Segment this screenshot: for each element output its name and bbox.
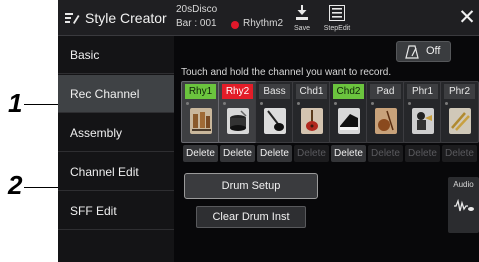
bar-counter: Bar : 001 bbox=[176, 18, 217, 29]
delete-button-chd2[interactable]: Delete bbox=[331, 145, 366, 162]
delete-button-chd1: Delete bbox=[294, 145, 329, 162]
channel-label: Rhy2 bbox=[222, 84, 253, 99]
guitar-icon bbox=[301, 108, 323, 134]
channel-phr2[interactable]: Phr2 bbox=[440, 81, 479, 143]
channel-indicator bbox=[223, 102, 226, 105]
page-title: Style Creator bbox=[85, 10, 167, 26]
sidebar: Basic Rec Channel Assembly Channel Edit … bbox=[58, 36, 174, 262]
channel-indicator bbox=[186, 102, 189, 105]
piano-icon bbox=[338, 108, 360, 134]
rec-channel-panel: Off Touch and hold the channel you want … bbox=[174, 36, 479, 262]
channel-label: Bass bbox=[259, 84, 290, 99]
title-bar: Style Creator 20sDisco Bar : 001 Rhythm2… bbox=[58, 0, 479, 36]
callout-1: 1 bbox=[8, 88, 23, 118]
step-edit-icon bbox=[329, 5, 345, 21]
delete-button-phr2: Delete bbox=[442, 145, 477, 162]
delete-button-phr1: Delete bbox=[405, 145, 440, 162]
sidebar-item-sff-edit[interactable]: SFF Edit bbox=[58, 192, 174, 230]
channel-phr1[interactable]: Phr1 bbox=[403, 81, 442, 143]
channel-label: Chd1 bbox=[296, 84, 327, 99]
record-part-name: Rhythm2 bbox=[243, 18, 284, 29]
metronome-off-button[interactable]: Off bbox=[396, 41, 451, 62]
channel-rhy2[interactable]: Rhy2 bbox=[218, 81, 257, 143]
trumpet-player-icon bbox=[412, 108, 434, 134]
channel-indicator bbox=[334, 102, 337, 105]
channel-indicator bbox=[408, 102, 411, 105]
record-indicator-icon bbox=[231, 21, 239, 29]
save-icon bbox=[296, 5, 308, 20]
channel-label: Chd2 bbox=[333, 84, 364, 99]
channel-chd2[interactable]: Chd2 bbox=[329, 81, 368, 143]
channel-label: Phr1 bbox=[407, 84, 438, 99]
channel-indicator bbox=[371, 102, 374, 105]
channel-label: Pad bbox=[370, 84, 401, 99]
audio-waveform-icon bbox=[454, 199, 474, 212]
delete-button-rhy2[interactable]: Delete bbox=[220, 145, 255, 162]
channel-label: Rhy1 bbox=[185, 84, 216, 99]
channel-rhy1[interactable]: Rhy1 bbox=[181, 81, 220, 143]
strings-icon bbox=[375, 108, 397, 134]
style-name: 20sDisco bbox=[176, 4, 218, 15]
metronome-icon bbox=[405, 45, 419, 59]
drum-setup-button[interactable]: Drum Setup bbox=[184, 173, 318, 199]
style-creator-icon bbox=[65, 13, 80, 24]
channel-indicator bbox=[297, 102, 300, 105]
channel-label: Phr2 bbox=[444, 84, 475, 99]
bass-guitar-icon bbox=[264, 108, 286, 134]
sidebar-item-basic[interactable]: Basic bbox=[58, 36, 174, 74]
audio-button[interactable]: Audio bbox=[448, 177, 479, 233]
delete-button-rhy1[interactable]: Delete bbox=[183, 145, 218, 162]
percussion-icon bbox=[227, 108, 249, 134]
save-button[interactable]: Save bbox=[288, 3, 316, 33]
horns-icon bbox=[449, 108, 471, 134]
stepedit-button[interactable]: StepEdit bbox=[320, 3, 354, 33]
channel-indicator bbox=[445, 102, 448, 105]
sidebar-item-assembly[interactable]: Assembly bbox=[58, 114, 174, 152]
channel-indicator bbox=[260, 102, 263, 105]
save-label: Save bbox=[294, 25, 310, 32]
channel-pad[interactable]: Pad bbox=[366, 81, 405, 143]
clear-drum-inst-button[interactable]: Clear Drum Inst bbox=[196, 206, 306, 228]
audio-label: Audio bbox=[453, 180, 474, 189]
close-button[interactable]: ✕ bbox=[457, 6, 477, 30]
delete-button-bass[interactable]: Delete bbox=[257, 145, 292, 162]
off-label: Off bbox=[426, 45, 441, 57]
instruction-text: Touch and hold the channel you want to r… bbox=[181, 67, 392, 78]
delete-button-pad: Delete bbox=[368, 145, 403, 162]
sidebar-item-channel-edit[interactable]: Channel Edit bbox=[58, 153, 174, 191]
style-creator-screen: Style Creator 20sDisco Bar : 001 Rhythm2… bbox=[58, 0, 479, 262]
stepedit-label: StepEdit bbox=[323, 25, 351, 32]
channel-bass[interactable]: Bass bbox=[255, 81, 294, 143]
channel-chd1[interactable]: Chd1 bbox=[292, 81, 331, 143]
sidebar-item-rec-channel[interactable]: Rec Channel bbox=[58, 75, 174, 113]
close-icon: ✕ bbox=[458, 6, 476, 29]
drum-kit-icon bbox=[190, 108, 212, 134]
callout-2: 2 bbox=[8, 170, 23, 200]
